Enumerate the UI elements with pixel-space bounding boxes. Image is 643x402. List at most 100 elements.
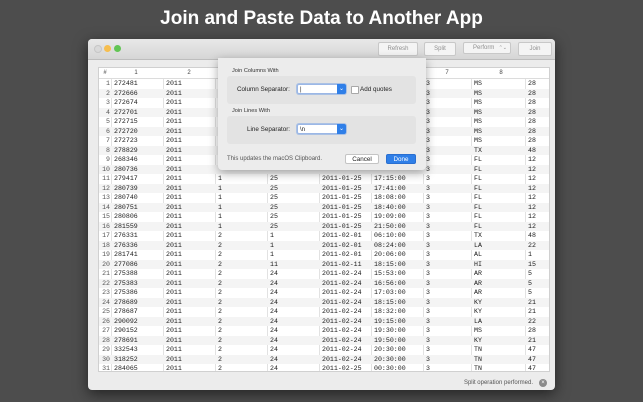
table-cell: 11	[270, 260, 278, 268]
table-cell: 2	[218, 317, 222, 325]
table-cell: 15	[528, 260, 536, 268]
table-cell: MS	[474, 327, 482, 334]
table-cell: 24	[270, 317, 278, 325]
table-row[interactable]: 27 290152 2011 2 24 2011-02-24 19:30:00 3 MS 28	[99, 326, 549, 336]
column-header[interactable]: #	[99, 68, 111, 78]
table-row[interactable]: 18 276336 2011 2 1 2011-02-01 08:24:00 3 LA 22	[99, 240, 549, 250]
table-cell: KY	[474, 308, 482, 315]
line-separator-value: \n	[300, 127, 306, 133]
table-cell: 24	[270, 289, 278, 296]
table-cell: 18:15:00	[374, 260, 406, 268]
table-row[interactable]: 22 275383 2011 2 24 2011-02-24 16:56:00 3 AR 5	[99, 278, 549, 288]
minimize-window-button[interactable]	[104, 45, 111, 52]
clipboard-note: This updates the macOS Clipboard.	[227, 156, 323, 162]
table-row[interactable]: 25 278687 2011 2 24 2011-02-24 18:32:00 3 KY 21	[99, 307, 549, 317]
table-cell: 2011	[166, 194, 182, 201]
column-header[interactable]: 8	[491, 68, 511, 78]
table-cell: 24	[270, 327, 278, 334]
table-cell: 21	[528, 308, 536, 315]
table-cell: 20:30:00	[374, 346, 406, 353]
column-header[interactable]: 2	[179, 68, 199, 78]
table-cell: 2011-02-25	[322, 365, 362, 372]
row-number: 14	[102, 203, 110, 211]
app-window: Refresh Split Perform ⌃⌄ Join 1 272481 201…	[88, 39, 555, 390]
close-window-button[interactable]	[94, 45, 102, 53]
table-cell: HI	[474, 260, 482, 268]
table-cell: 2011	[166, 241, 182, 249]
table-cell: 280751	[114, 203, 138, 211]
table-cell: 21	[528, 336, 536, 344]
table-cell: 3	[426, 146, 430, 154]
table-cell: 3	[426, 184, 430, 192]
table-cell: 18:15:00	[374, 298, 406, 306]
table-cell: 284065	[114, 365, 138, 372]
table-cell: 3	[426, 213, 430, 220]
table-cell: 28	[528, 99, 536, 106]
table-row[interactable]: 19 281741 2011 2 1 2011-02-01 20:06:00 3 AL 1	[99, 250, 549, 260]
table-cell: 2011	[166, 279, 182, 287]
table-cell: TN	[474, 365, 482, 372]
table-row[interactable]: 30 318252 2011 2 24 2011-02-24 20:30:00 3 TN 47	[99, 354, 549, 364]
table-row[interactable]: 14 280751 2011 1 25 2011-01-25 18:40:00 3 FL 12	[99, 202, 549, 212]
table-row[interactable]: 26 290092 2011 2 24 2011-02-24 19:15:00 3 LA 22	[99, 316, 549, 326]
table-cell: 3	[426, 127, 430, 135]
perform-popup-button[interactable]: Perform ⌃⌄	[463, 42, 511, 54]
column-header[interactable]: 1	[126, 68, 146, 78]
refresh-button[interactable]: Refresh	[378, 42, 418, 56]
add-quotes-checkbox[interactable]	[351, 86, 359, 94]
table-cell: 2011-01-25	[322, 203, 362, 211]
table-row[interactable]: 20 277086 2011 2 11 2011-02-11 18:15:00 3 HI 15	[99, 259, 549, 269]
table-row[interactable]: 16 281559 2011 1 25 2011-01-25 21:50:00 3 FL 12	[99, 221, 549, 231]
perform-label: Perform	[473, 45, 495, 51]
zoom-window-button[interactable]	[114, 45, 121, 52]
table-cell: 278687	[114, 308, 138, 315]
row-number: 13	[102, 194, 110, 201]
table-cell: 3	[426, 308, 430, 315]
table-cell: 48	[528, 232, 536, 239]
done-button[interactable]: Done	[386, 154, 416, 164]
table-cell: MS	[474, 137, 482, 144]
table-row[interactable]: 13 280740 2011 1 25 2011-01-25 18:08:00 3 FL 12	[99, 193, 549, 203]
table-cell: 332543	[114, 346, 138, 353]
row-number: 19	[102, 251, 110, 258]
chevron-down-icon[interactable]: ⌄	[337, 84, 346, 94]
column-header[interactable]: 7	[437, 68, 457, 78]
table-cell: 20:30:00	[374, 355, 406, 363]
table-row[interactable]: 28 278691 2011 2 24 2011-02-24 19:50:00 3 KY 21	[99, 335, 549, 345]
split-button[interactable]: Split	[424, 42, 456, 56]
table-row[interactable]: 12 280739 2011 1 25 2011-01-25 17:41:00 3 FL 12	[99, 183, 549, 193]
table-cell: 21:50:00	[374, 222, 406, 230]
close-icon[interactable]: ×	[539, 379, 547, 387]
cancel-button[interactable]: Cancel	[345, 154, 379, 164]
table-cell: 5	[528, 279, 532, 287]
chevron-down-icon[interactable]: ⌄	[337, 124, 346, 134]
table-cell: 2011	[166, 89, 182, 97]
table-cell: 1	[218, 194, 222, 201]
table-cell: FL	[474, 175, 482, 182]
table-row[interactable]: 23 275386 2011 2 24 2011-02-24 17:03:00 3 AR 5	[99, 288, 549, 298]
chevron-updown-icon: ⌃⌄	[498, 45, 507, 51]
line-separator-combo[interactable]: \n ⌄	[297, 124, 346, 134]
table-row[interactable]: 17 276331 2011 2 1 2011-02-01 06:10:00 3 TX 48	[99, 231, 549, 241]
table-row[interactable]: 21 275388 2011 2 24 2011-02-24 15:53:00 3 AR 5	[99, 269, 549, 279]
table-row[interactable]: 24 278689 2011 2 24 2011-02-24 18:15:00 3 KY 21	[99, 297, 549, 307]
table-cell: 2011	[166, 175, 182, 182]
table-cell: 48	[528, 146, 536, 154]
table-cell: 268346	[114, 156, 138, 163]
table-row[interactable]: 11 279417 2011 1 25 2011-01-25 17:15:00 3 FL 12	[99, 174, 549, 184]
table-cell: 278691	[114, 336, 138, 344]
table-cell: 280739	[114, 184, 138, 192]
table-cell: 2011	[166, 317, 182, 325]
join-button[interactable]: Join	[518, 42, 552, 56]
table-cell: 272701	[114, 108, 138, 116]
table-row[interactable]: 31 284065 2011 2 24 2011-02-25 00:30:00 3 TN 47	[99, 364, 549, 372]
row-number: 24	[102, 298, 110, 306]
table-row[interactable]: 29 332543 2011 2 24 2011-02-24 20:30:00 3 TN 47	[99, 345, 549, 355]
table-cell: 24	[270, 270, 278, 277]
table-cell: 28	[528, 137, 536, 144]
table-cell: 2011	[166, 156, 182, 163]
table-row[interactable]: 15 280806 2011 1 25 2011-01-25 19:09:00 3 FL 12	[99, 212, 549, 222]
table-cell: 3	[426, 118, 430, 125]
table-cell: 2011	[166, 298, 182, 306]
column-separator-combo[interactable]: | ⌄	[297, 84, 346, 94]
